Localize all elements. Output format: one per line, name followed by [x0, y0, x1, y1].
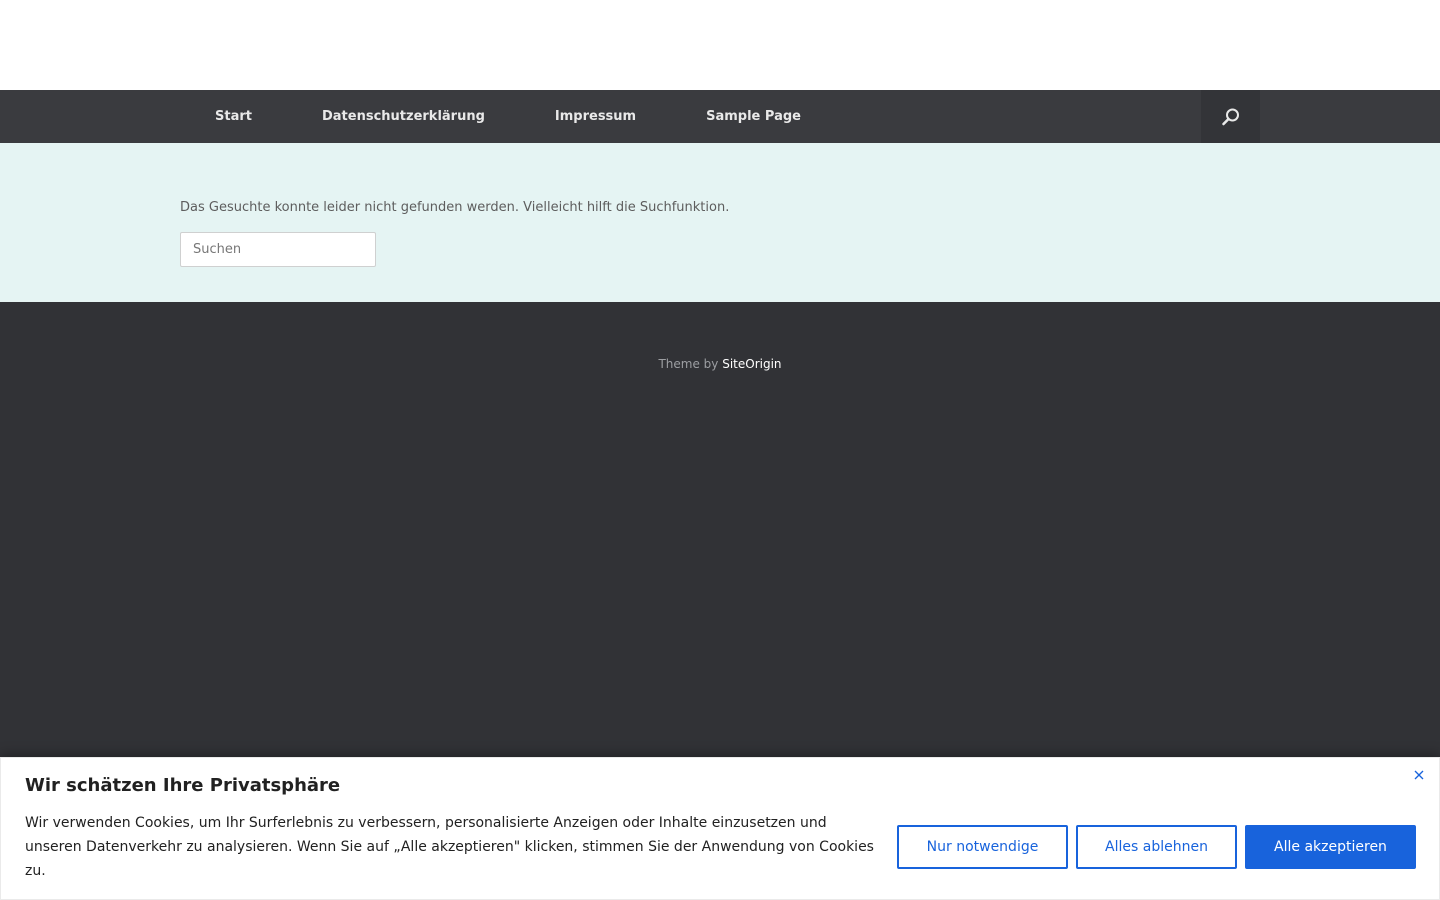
nav-item-start[interactable]: Start [180, 90, 287, 143]
nav-item-impressum[interactable]: Impressum [520, 90, 671, 143]
nav-menu: Start Datenschutzerklärung Impressum Sam… [180, 90, 836, 143]
footer-credit: Theme by SiteOrigin [0, 357, 1440, 371]
nav-item-sample-page[interactable]: Sample Page [671, 90, 836, 143]
content-area: Das Gesuchte konnte leider nicht gefunde… [0, 143, 1440, 302]
nav-search-button[interactable] [1201, 90, 1260, 143]
search-input[interactable] [180, 232, 376, 267]
cookie-banner-text: Wir verwenden Cookies, um Ihr Surferlebn… [25, 815, 874, 879]
cookie-banner-title: Wir schätzen Ihre Privatsphäre [25, 775, 341, 796]
necessary-only-button[interactable]: Nur notwendige [897, 825, 1068, 869]
siteorigin-link[interactable]: SiteOrigin [722, 357, 781, 371]
reject-all-button[interactable]: Alles ablehnen [1076, 825, 1237, 869]
nav-item-datenschutz[interactable]: Datenschutzerklärung [287, 90, 520, 143]
close-icon [1414, 770, 1424, 780]
not-found-message: Das Gesuchte konnte leider nicht gefunde… [180, 200, 730, 215]
cookie-banner: Wir schätzen Ihre Privatsphäre Wir verwe… [0, 757, 1440, 900]
search-icon [1221, 108, 1239, 125]
accept-all-button[interactable]: Alle akzeptieren [1245, 825, 1416, 869]
cookie-close-button[interactable] [1411, 767, 1427, 783]
main-navigation: Start Datenschutzerklärung Impressum Sam… [0, 90, 1440, 143]
footer-credit-prefix: Theme by [658, 357, 719, 371]
site-header [0, 0, 1440, 90]
